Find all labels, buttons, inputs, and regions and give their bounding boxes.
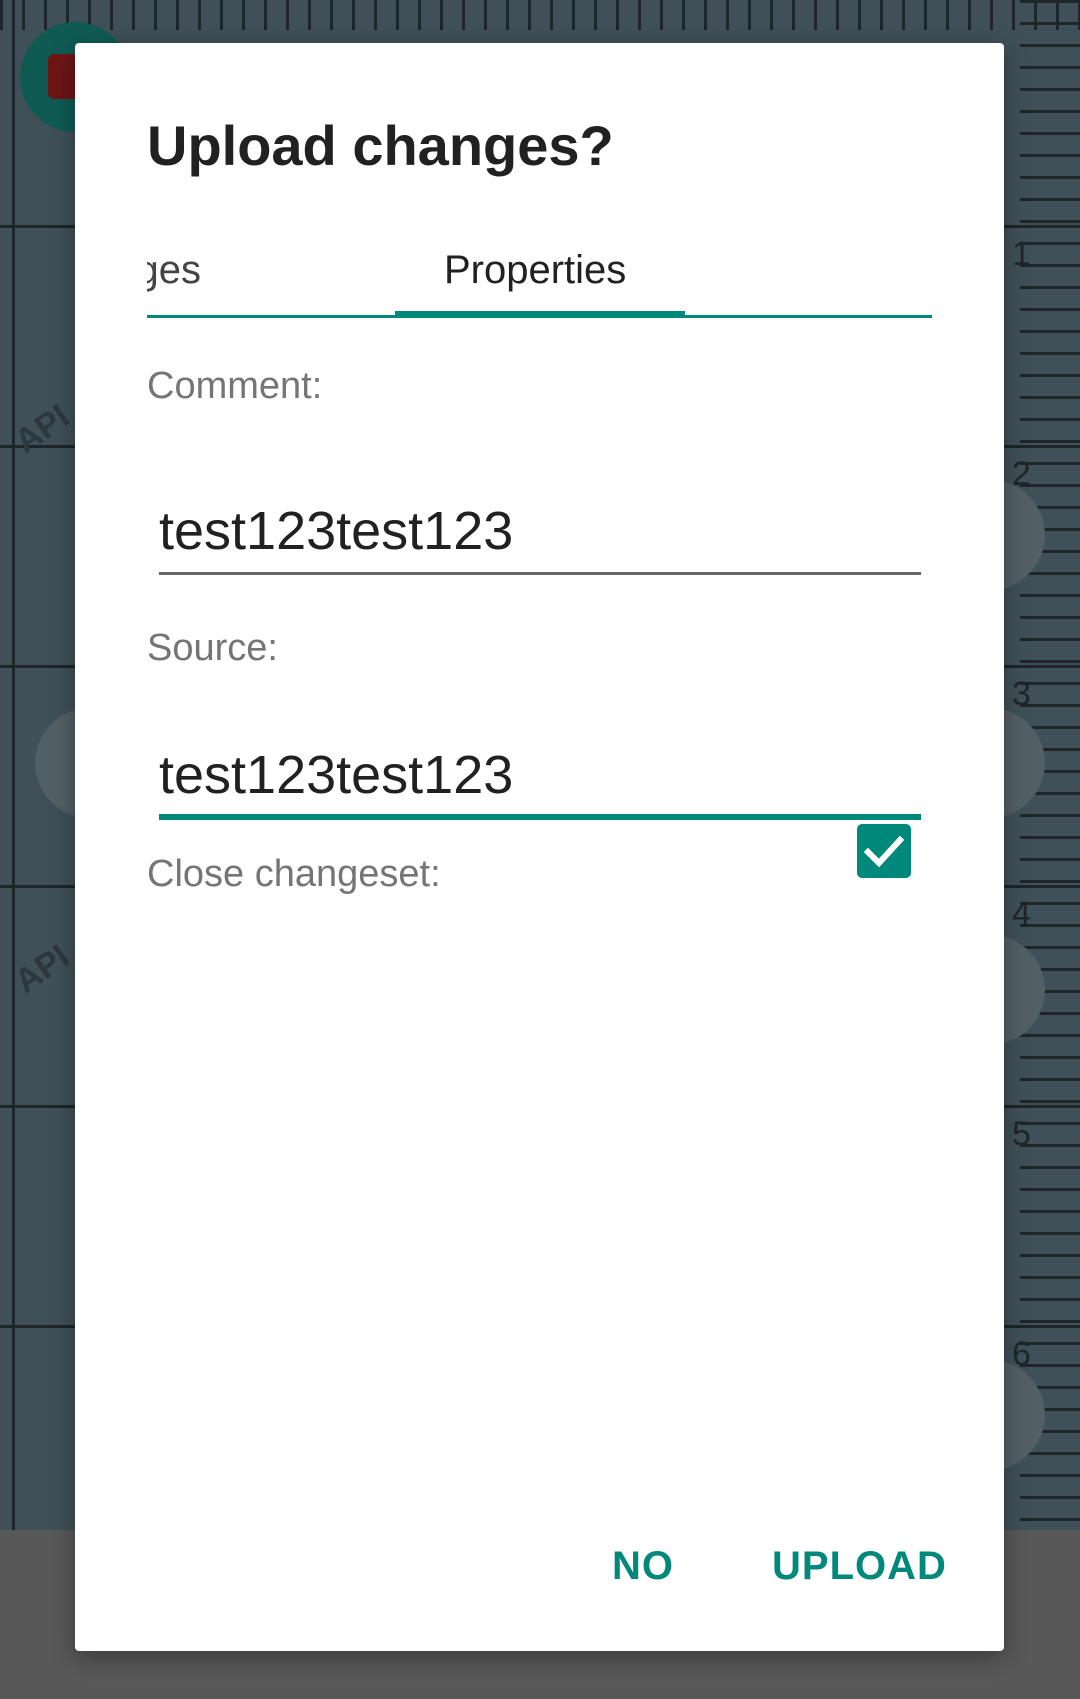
ruler-label: 5 <box>1012 1115 1031 1153</box>
dialog-title: Upload changes? <box>147 114 614 177</box>
comment-field-underline <box>159 572 921 575</box>
comment-field[interactable]: test123test123 <box>159 500 921 581</box>
map-api-label: API <box>7 397 77 461</box>
source-field-underline <box>159 814 921 820</box>
comment-value: test123test123 <box>159 501 514 561</box>
tab-properties[interactable]: Properties <box>444 248 626 293</box>
source-label: Source: <box>147 627 278 669</box>
close-changeset-label: Close changeset: <box>147 853 441 895</box>
no-button[interactable]: NO <box>612 1544 674 1589</box>
upload-dialog: Upload changes? anges Properties Comment… <box>75 43 1004 1651</box>
ruler-label: 3 <box>1012 675 1031 713</box>
upload-button[interactable]: UPLOAD <box>772 1544 947 1589</box>
ruler-label: 1 <box>1012 235 1031 273</box>
tab-changes[interactable]: anges <box>147 248 201 293</box>
comment-label: Comment: <box>147 365 323 407</box>
map-grid-line <box>12 0 15 1530</box>
map-api-label: API <box>7 937 77 1001</box>
check-icon <box>864 835 904 868</box>
tab-selected-indicator <box>395 311 685 318</box>
close-changeset-checkbox[interactable] <box>857 824 911 878</box>
source-field[interactable]: test123test123 <box>159 744 921 826</box>
source-value: test123test123 <box>159 745 514 805</box>
map-ruler-top <box>0 0 1080 30</box>
tab-bar: anges Properties <box>147 218 932 318</box>
ruler-label: 4 <box>1012 895 1031 933</box>
